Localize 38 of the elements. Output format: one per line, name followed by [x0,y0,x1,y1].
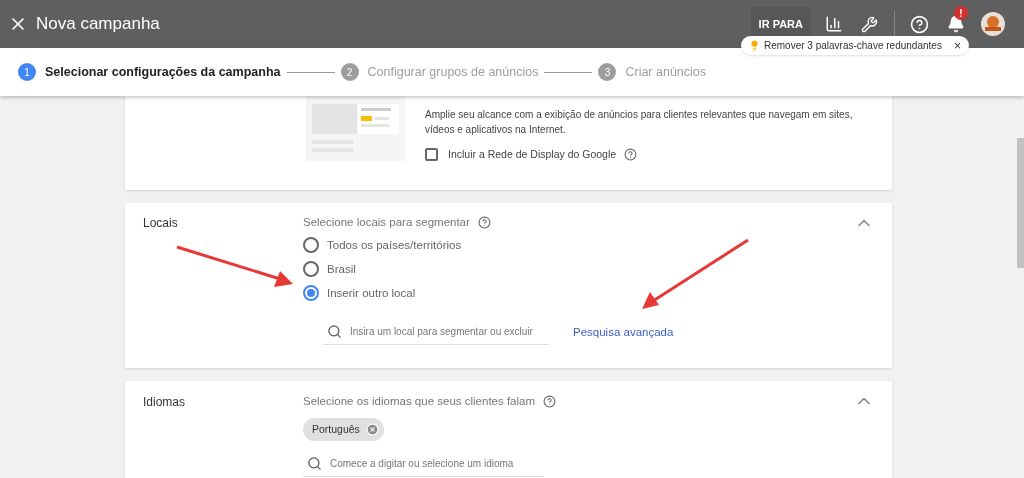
advanced-search-link[interactable]: Pesquisa avançada [573,323,674,341]
step-number: 3 [598,63,617,81]
avatar-icon[interactable] [981,12,1005,36]
radio-button[interactable] [303,237,319,254]
help-icon[interactable] [624,148,638,162]
suggestion-tooltip[interactable]: Remover 3 palavras-chave redundantes × [741,36,969,55]
search-field[interactable]: Insira um local para segmentar ou excluir [350,324,545,340]
section-title: Idiomas [143,394,186,411]
radio-label[interactable]: Todos os países/territórios [327,236,462,254]
radio-button[interactable] [303,285,319,302]
tip-close[interactable]: × [953,36,961,55]
notification-badge: ! [954,6,968,20]
remove-icon[interactable] [365,423,379,437]
tip-text: Remover 3 palavras-chave redundantes [764,39,942,53]
help-icon[interactable] [477,216,491,230]
search-icon [327,324,342,340]
radio-label[interactable]: Inserir outro local [327,284,416,302]
chart-icon[interactable] [825,15,843,33]
display-description: Amplie seu alcance com a exibição de anúncios para clientes relevantes que navegam em sites, vídeos e aplicativos na Internet. [425,108,854,137]
language-chip[interactable]: Português [303,418,384,442]
section-prompt: Selecione locais para segmentar [303,215,470,230]
step-label[interactable]: Selecionar configurações da campanha [45,62,281,82]
step-number: 1 [18,63,36,81]
section-prompt: Selecione os idiomas que seus clientes falam [303,394,536,409]
help-icon[interactable] [543,395,557,409]
section-title: Locais [143,215,178,232]
radio-button[interactable] [303,261,319,278]
search-icon [307,456,322,472]
bell-icon[interactable] [947,15,965,33]
search-field[interactable]: Comece a digitar ou selecione um idioma [330,456,540,472]
window-title: Nova campanha [36,13,160,36]
checkbox-label[interactable]: Incluir a Rede de Display do Google [448,147,617,163]
display-network-checkbox[interactable] [425,148,438,162]
step-number: 2 [340,63,359,81]
wrench-icon[interactable] [861,15,878,33]
radio-label[interactable]: Brasil [327,260,356,278]
scrollbar[interactable] [1017,138,1024,268]
lightbulb-icon [749,40,760,51]
